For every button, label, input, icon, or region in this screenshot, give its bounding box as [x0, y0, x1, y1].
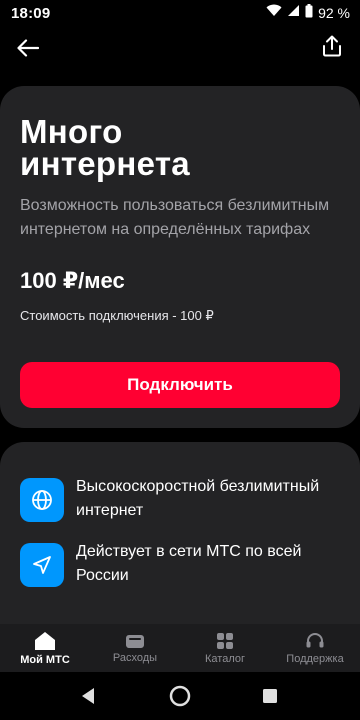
system-back-button[interactable] — [74, 682, 102, 710]
send-icon — [20, 543, 64, 587]
globe-icon — [20, 478, 64, 522]
grid-icon — [217, 632, 233, 649]
circle-home-icon — [169, 685, 191, 707]
status-bar: 18:09 92 % — [0, 0, 360, 26]
app-bar — [0, 28, 360, 68]
arrow-left-icon — [17, 39, 39, 57]
share-icon — [323, 35, 341, 57]
feature-text: Высокоскоростной безлимитный интернет — [76, 478, 320, 519]
feature-text: Действует в сети МТС по всей России — [76, 543, 302, 584]
nav-label: Поддержка — [286, 652, 344, 665]
status-time: 18:09 — [11, 4, 51, 22]
bottom-nav: Мой МТС Расходы Каталог Поддержка — [0, 624, 360, 672]
nav-label: Каталог — [205, 652, 245, 665]
wifi-icon — [266, 4, 282, 22]
offer-card: Много интернета Возможность пользоваться… — [0, 86, 360, 428]
offer-price: 100 ₽/мес — [20, 268, 125, 293]
nav-item-my-mts[interactable]: Мой МТС — [0, 631, 90, 666]
back-button[interactable] — [14, 34, 42, 62]
nav-label: Расходы — [112, 651, 158, 664]
signal-icon — [287, 4, 300, 22]
connect-button[interactable]: Подключить — [20, 362, 340, 408]
status-icons: 92 % — [266, 3, 350, 23]
offer-title: Много интернета — [20, 115, 340, 182]
battery-percent: 92 % — [318, 5, 350, 21]
system-recents-button[interactable] — [256, 682, 284, 710]
nav-label: Мой МТС — [20, 653, 70, 666]
battery-icon — [305, 3, 313, 23]
nav-item-expenses[interactable]: Расходы — [90, 633, 180, 664]
system-home-button[interactable] — [166, 682, 194, 710]
feature-item: Высокоскоростной безлимитный интернет — [20, 478, 340, 523]
share-button[interactable] — [318, 32, 346, 60]
wallet-icon — [126, 634, 144, 648]
connection-cost: Стоимость подключения - 100 ₽ — [20, 308, 214, 323]
headset-icon — [306, 632, 324, 647]
nav-item-catalog[interactable]: Каталог — [180, 632, 270, 665]
feature-item: Действует в сети МТС по всей России — [20, 543, 340, 588]
triangle-back-icon — [82, 688, 94, 704]
square-recents-icon — [263, 689, 277, 703]
home-icon — [35, 631, 55, 650]
offer-description: Возможность пользоваться безлимитным инт… — [20, 197, 330, 238]
offer-title-line2: интернета — [20, 145, 190, 182]
screen: 18:09 92 % Много интернета Возможность п… — [0, 0, 360, 720]
nav-item-support[interactable]: Поддержка — [270, 632, 360, 665]
system-nav-bar — [0, 672, 360, 720]
